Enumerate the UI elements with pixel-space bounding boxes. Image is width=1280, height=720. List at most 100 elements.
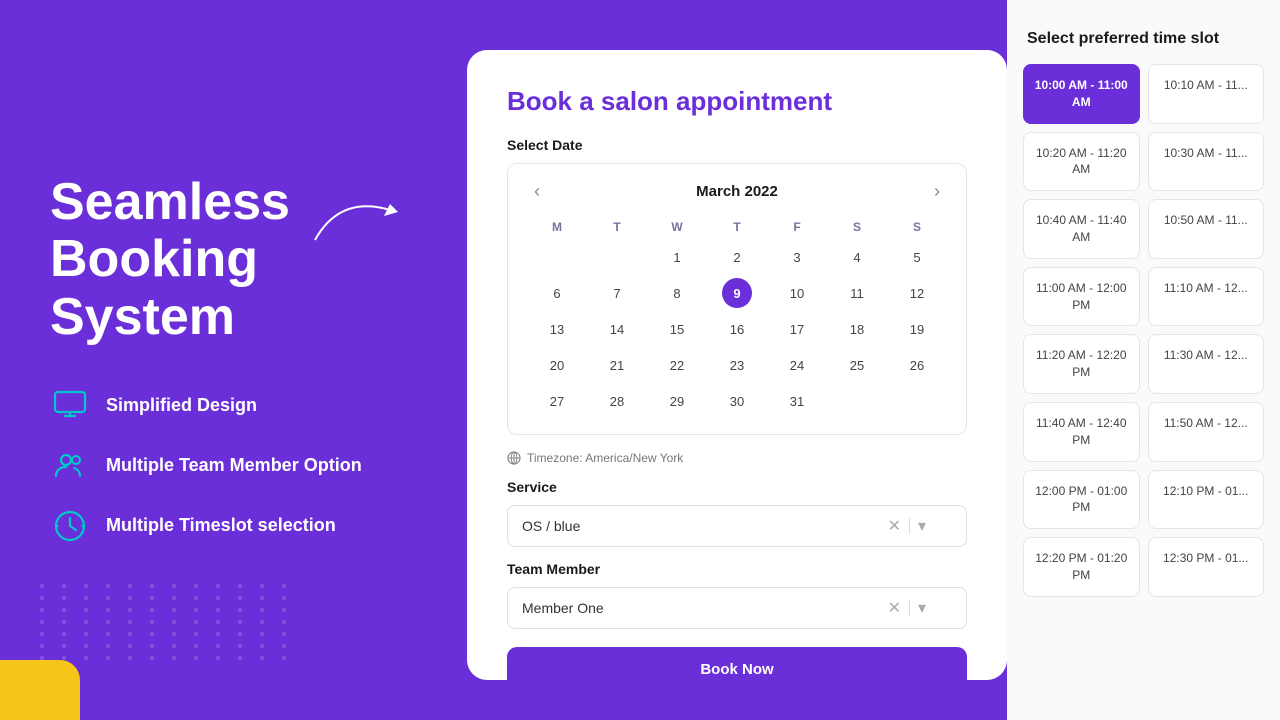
select-date-label: Select Date [507, 137, 967, 153]
calendar-day-header: T [708, 216, 766, 238]
time-slot-s5[interactable]: 10:40 AM - 11:40 AM [1023, 199, 1140, 259]
calendar-day[interactable]: 29 [662, 386, 692, 416]
service-select-actions: ✕ ▾ [888, 516, 926, 536]
service-group: Service OS / blue ✕ ▾ [507, 479, 967, 547]
calendar-day-header: W [648, 216, 706, 238]
feature-simplified: Simplified Design [50, 386, 420, 426]
select-divider-2 [909, 600, 910, 616]
time-slot-s13[interactable]: 12:00 PM - 01:00 PM [1023, 470, 1140, 530]
team-member-label: Team Member [507, 561, 967, 577]
service-select[interactable]: OS / blue ✕ ▾ [507, 505, 967, 547]
calendar-day[interactable]: 11 [842, 278, 872, 308]
users-icon [50, 446, 90, 486]
calendar-day[interactable]: 4 [842, 242, 872, 272]
time-slot-s7[interactable]: 11:00 AM - 12:00 PM [1023, 267, 1140, 327]
calendar-day-header: M [528, 216, 586, 238]
booking-card: Book a salon appointment Select Date ‹ M… [467, 50, 1007, 680]
calendar-day[interactable]: 17 [782, 314, 812, 344]
time-slot-s3[interactable]: 10:20 AM - 11:20 AM [1023, 132, 1140, 192]
calendar-day[interactable]: 28 [602, 386, 632, 416]
team-member-clear-icon[interactable]: ✕ [888, 598, 901, 618]
feature-team-label: Multiple Team Member Option [106, 455, 362, 476]
time-slot-s14[interactable]: 12:10 PM - 01... [1148, 470, 1265, 530]
calendar-day[interactable]: 22 [662, 350, 692, 380]
team-member-select[interactable]: Member One ✕ ▾ [507, 587, 967, 629]
service-label: Service [507, 479, 967, 495]
calendar-day[interactable]: 2 [722, 242, 752, 272]
calendar-day[interactable]: 7 [602, 278, 632, 308]
card-title: Book a salon appointment [507, 86, 967, 117]
calendar-day [602, 242, 632, 272]
calendar-day-header: S [888, 216, 946, 238]
calendar-day[interactable]: 16 [722, 314, 752, 344]
calendar-day[interactable]: 27 [542, 386, 572, 416]
calendar-day[interactable]: 14 [602, 314, 632, 344]
time-panel-title: Select preferred time slot [1023, 30, 1264, 48]
calendar-header: ‹ March 2022 › [528, 180, 946, 202]
calendar-day[interactable]: 1 [662, 242, 692, 272]
time-slot-s6[interactable]: 10:50 AM - 11... [1148, 199, 1265, 259]
time-slot-s2[interactable]: 10:10 AM - 11... [1148, 64, 1265, 124]
calendar-day[interactable]: 31 [782, 386, 812, 416]
feature-timeslot-label: Multiple Timeslot selection [106, 515, 336, 536]
service-clear-icon[interactable]: ✕ [888, 516, 901, 536]
time-slot-s8[interactable]: 11:10 AM - 12... [1148, 267, 1265, 327]
timezone-row: Timezone: America/New York [507, 451, 967, 465]
calendar-day[interactable]: 20 [542, 350, 572, 380]
calendar-day[interactable]: 24 [782, 350, 812, 380]
calendar-grid: MTWTFSS123456789101112131415161718192021… [528, 216, 946, 418]
team-member-group: Team Member Member One ✕ ▾ [507, 561, 967, 629]
book-now-button[interactable]: Book Now [507, 647, 967, 680]
calendar-month-year: March 2022 [696, 183, 778, 200]
time-slot-s4[interactable]: 10:30 AM - 11... [1148, 132, 1265, 192]
time-slot-s10[interactable]: 11:30 AM - 12... [1148, 334, 1265, 394]
calendar-day[interactable]: 6 [542, 278, 572, 308]
calendar-day[interactable]: 10 [782, 278, 812, 308]
calendar-day[interactable]: 25 [842, 350, 872, 380]
service-chevron-icon: ▾ [918, 516, 926, 536]
calendar-day[interactable]: 12 [902, 278, 932, 308]
feature-team: Multiple Team Member Option [50, 446, 420, 486]
time-slot-s1[interactable]: 10:00 AM - 11:00 AM [1023, 64, 1140, 124]
calendar: ‹ March 2022 › MTWTFSS123456789101112131… [507, 163, 967, 435]
time-slot-s11[interactable]: 11:40 AM - 12:40 PM [1023, 402, 1140, 462]
features-list: Simplified Design Multiple Team Member O… [50, 386, 420, 546]
team-member-select-actions: ✕ ▾ [888, 598, 926, 618]
time-slot-s12[interactable]: 11:50 AM - 12... [1148, 402, 1265, 462]
feature-timeslot: Multiple Timeslot selection [50, 506, 420, 546]
calendar-day[interactable]: 3 [782, 242, 812, 272]
service-value: OS / blue [522, 518, 888, 534]
calendar-day [842, 386, 872, 416]
calendar-day [902, 386, 932, 416]
calendar-day[interactable]: 13 [542, 314, 572, 344]
time-slots-grid: 10:00 AM - 11:00 AM10:10 AM - 11...10:20… [1023, 64, 1264, 597]
team-member-value: Member One [522, 600, 888, 616]
time-slot-s9[interactable]: 11:20 AM - 12:20 PM [1023, 334, 1140, 394]
calendar-day[interactable]: 30 [722, 386, 752, 416]
calendar-day [542, 242, 572, 272]
arrow-decoration [310, 190, 410, 255]
calendar-day[interactable]: 18 [842, 314, 872, 344]
calendar-day[interactable]: 15 [662, 314, 692, 344]
calendar-next-button[interactable]: › [928, 180, 946, 202]
select-divider [909, 518, 910, 534]
calendar-day[interactable]: 21 [602, 350, 632, 380]
calendar-day-header: T [588, 216, 646, 238]
time-slot-s16[interactable]: 12:30 PM - 01... [1148, 537, 1265, 597]
globe-icon [507, 451, 521, 465]
time-panel: Select preferred time slot 10:00 AM - 11… [1007, 0, 1280, 720]
left-panel: Seamless Booking System Simplified Desig… [0, 0, 470, 720]
calendar-prev-button[interactable]: ‹ [528, 180, 546, 202]
monitor-icon [50, 386, 90, 426]
calendar-day[interactable]: 23 [722, 350, 752, 380]
calendar-day[interactable]: 8 [662, 278, 692, 308]
clock-icon [50, 506, 90, 546]
timezone-label: Timezone: America/New York [527, 451, 683, 465]
calendar-day[interactable]: 19 [902, 314, 932, 344]
calendar-day-header: S [828, 216, 886, 238]
calendar-day[interactable]: 5 [902, 242, 932, 272]
time-slot-s15[interactable]: 12:20 PM - 01:20 PM [1023, 537, 1140, 597]
calendar-day[interactable]: 26 [902, 350, 932, 380]
calendar-day-header: F [768, 216, 826, 238]
calendar-day[interactable]: 9 [722, 278, 752, 308]
